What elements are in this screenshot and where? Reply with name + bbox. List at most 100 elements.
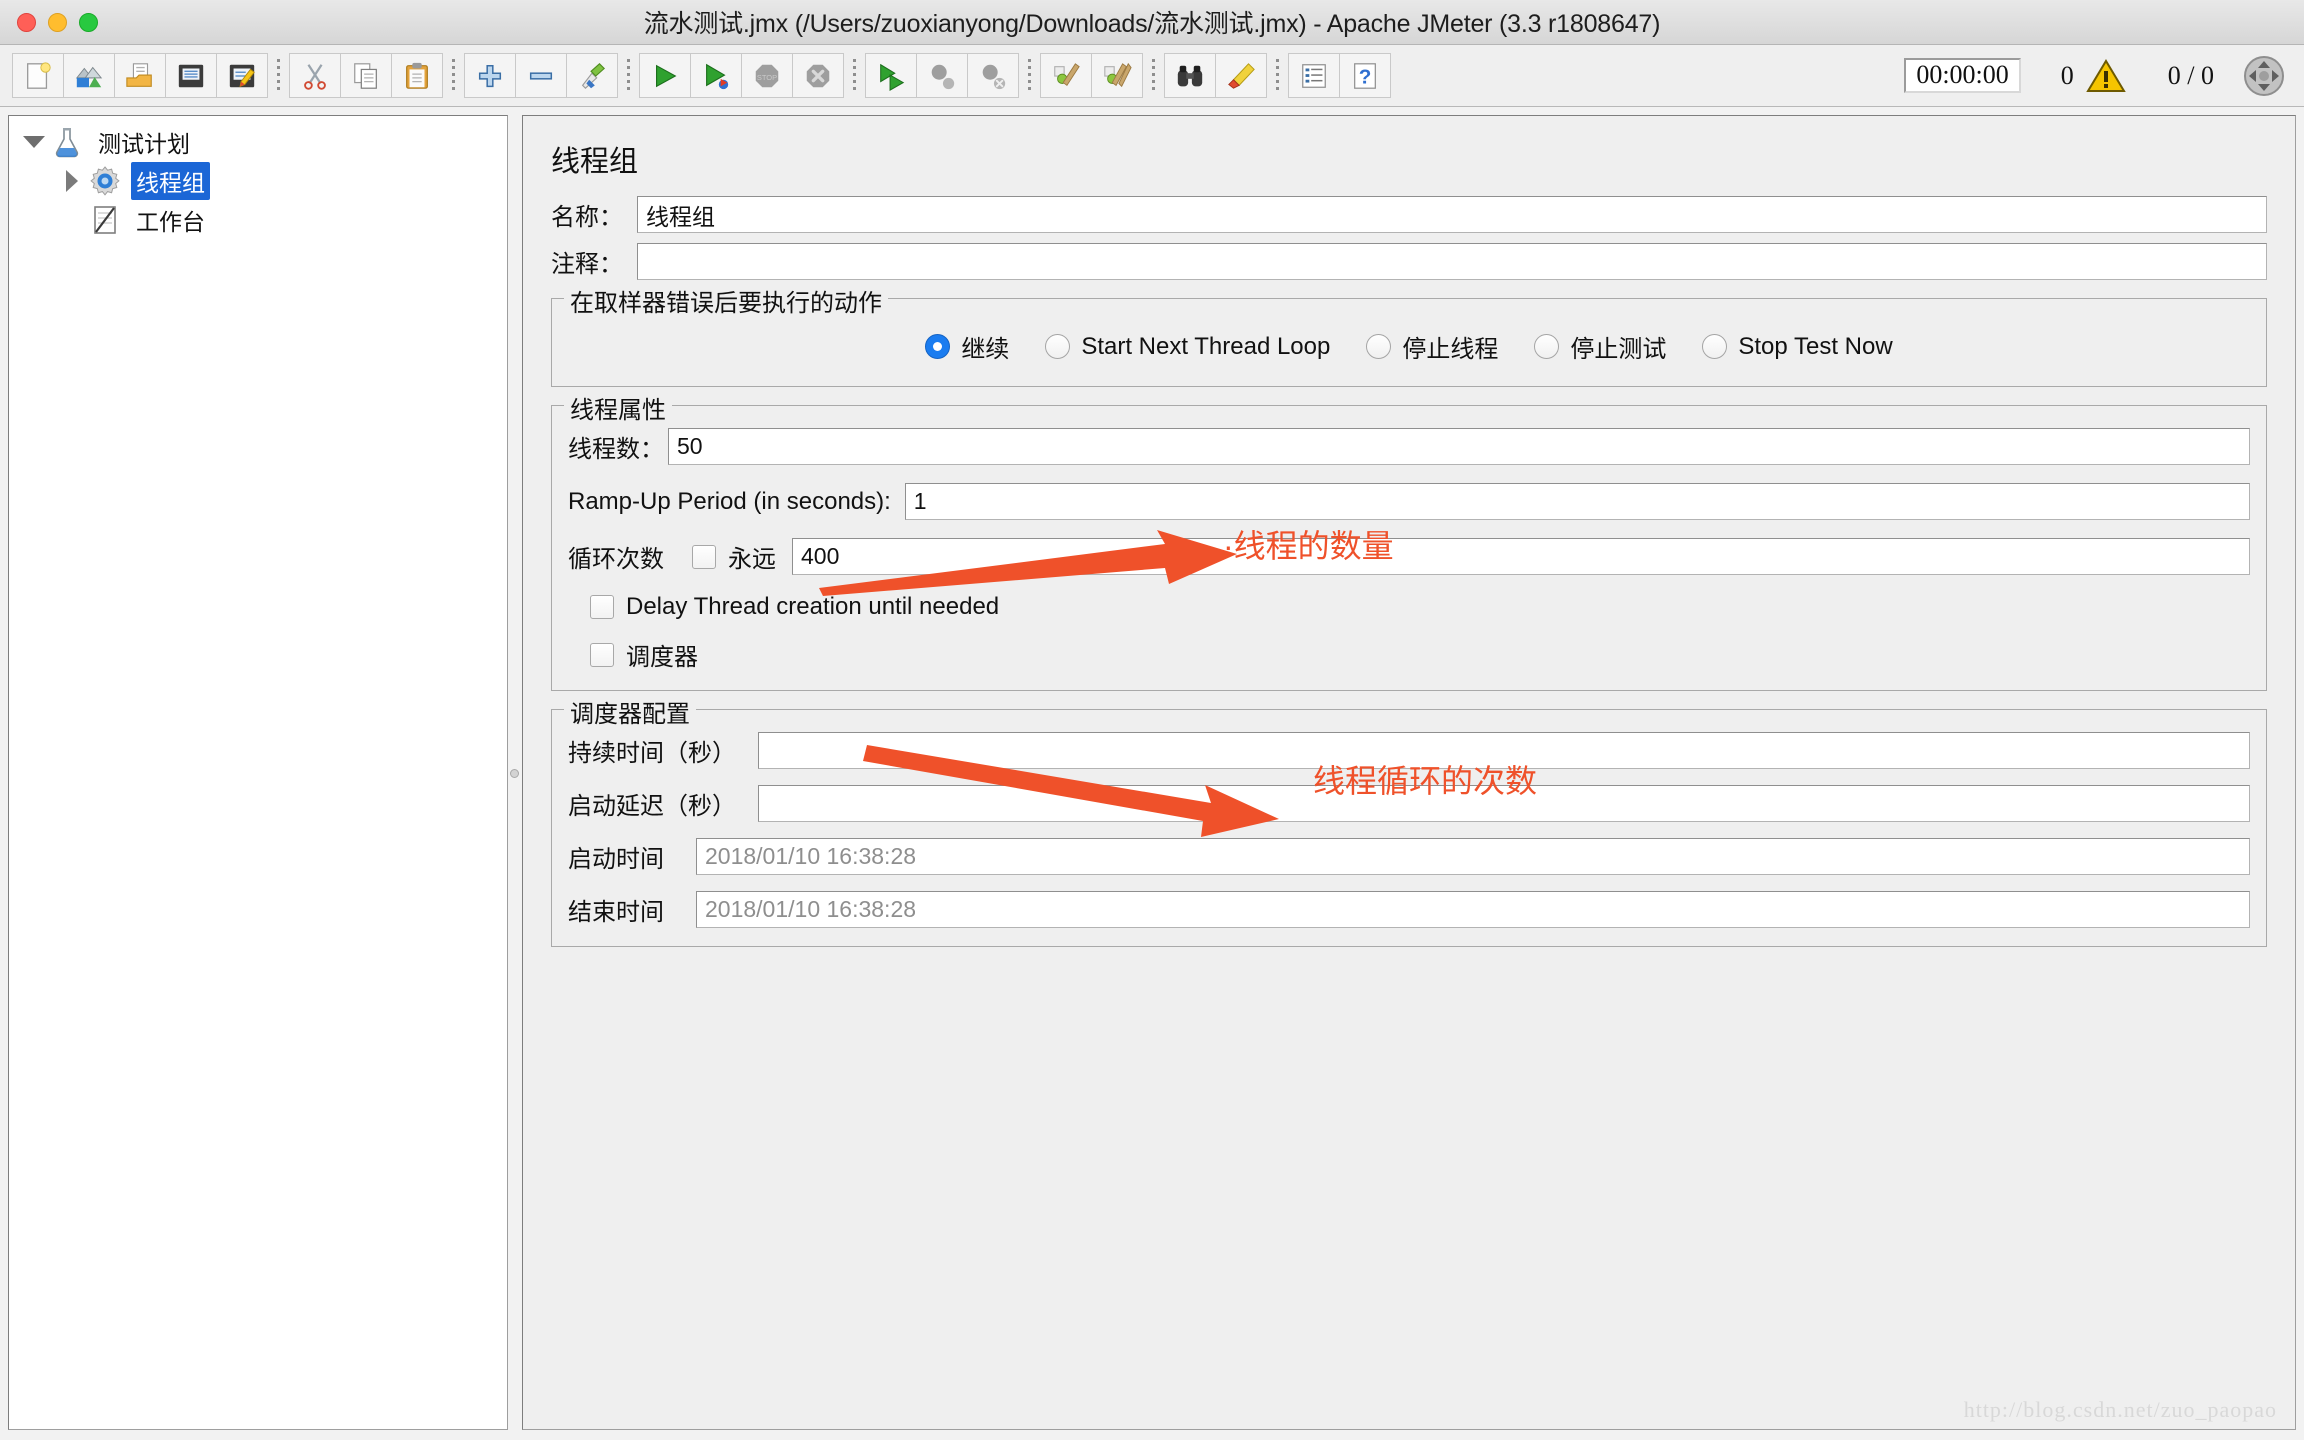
- toggle-button[interactable]: [566, 53, 618, 98]
- toolbar-separator: [1152, 58, 1155, 93]
- toolbar-group-run: STOP: [639, 53, 844, 98]
- scheduler-row[interactable]: 调度器: [590, 637, 2250, 672]
- thread-group-editor: 线程组 名称： 线程组 注释： 在取样器错误后要执行的动作 继续 Start N…: [522, 115, 2296, 1430]
- tree-label-thread-group: 线程组: [131, 161, 210, 200]
- twisty-collapsed[interactable]: [55, 169, 89, 192]
- twisty-expanded[interactable]: [17, 135, 51, 148]
- svg-text:?: ?: [1359, 65, 1372, 88]
- function-helper-button[interactable]: [1288, 53, 1340, 98]
- tree-node-test-plan[interactable]: 测试计划: [9, 122, 507, 161]
- copy-button[interactable]: [340, 53, 392, 98]
- num-threads-row: 线程数： 50: [568, 428, 2250, 465]
- comment-input[interactable]: [637, 243, 2267, 280]
- scheduler-checkbox[interactable]: [590, 642, 614, 667]
- toolbar-group-edit: [289, 53, 443, 98]
- floppy-disk-icon: [178, 64, 204, 87]
- radio-option-continue[interactable]: 继续: [925, 329, 1009, 364]
- radio-label-stop-thread: 停止线程: [1402, 336, 1499, 363]
- delay-thread-creation-row[interactable]: Delay Thread creation until needed: [590, 593, 2250, 621]
- startup-delay-input[interactable]: [758, 785, 2250, 822]
- page-title: 线程组: [551, 146, 639, 178]
- remote-shutdown-all-button[interactable]: [967, 53, 1019, 98]
- ramp-up-input[interactable]: 1: [904, 483, 2250, 520]
- forever-label: 永远: [728, 546, 776, 573]
- toolbar-group-tree: [464, 53, 618, 98]
- help-button[interactable]: ?: [1339, 53, 1391, 98]
- reset-search-button[interactable]: [1215, 53, 1267, 98]
- flask-icon: [55, 127, 79, 157]
- clear-all-button[interactable]: [1091, 53, 1143, 98]
- name-input[interactable]: 线程组: [637, 196, 2267, 233]
- clipboard-icon: [406, 62, 428, 89]
- remote-stop-all-button[interactable]: [916, 53, 968, 98]
- warning-count: 0: [2060, 60, 2074, 90]
- delay-thread-creation-checkbox[interactable]: [590, 595, 614, 619]
- start-button[interactable]: [639, 53, 691, 98]
- start-no-pauses-button[interactable]: [690, 53, 742, 98]
- cut-button[interactable]: [289, 53, 341, 98]
- start-time-input[interactable]: 2018/01/10 16:38:28: [696, 838, 2250, 875]
- stop-button[interactable]: STOP: [741, 53, 793, 98]
- radio-dot-stop-thread[interactable]: [1366, 334, 1392, 359]
- toolbar-group-help: ?: [1288, 53, 1391, 98]
- templates-button[interactable]: [63, 53, 115, 98]
- new-file-button[interactable]: [12, 53, 64, 98]
- end-time-row: 结束时间 2018/01/10 16:38:28: [568, 891, 2250, 928]
- loop-count-input[interactable]: 400: [792, 538, 2250, 575]
- radio-dot-stop-test-now[interactable]: [1702, 334, 1728, 359]
- end-time-input[interactable]: 2018/01/10 16:38:28: [696, 891, 2250, 928]
- panel-splitter[interactable]: [508, 115, 522, 1430]
- num-threads-label: 线程数：: [568, 436, 664, 463]
- radio-label-start-next-thread-loop: Start Next Thread Loop: [1081, 332, 1331, 360]
- start-time-row: 启动时间 2018/01/10 16:38:28: [568, 838, 2250, 875]
- duration-row: 持续时间（秒）: [568, 732, 2250, 769]
- splitter-knob[interactable]: [510, 768, 519, 778]
- startup-delay-row: 启动延迟（秒）: [568, 785, 2250, 822]
- templates-icon: [75, 66, 103, 87]
- radio-option-start-next-thread-loop[interactable]: Start Next Thread Loop: [1045, 333, 1330, 361]
- test-plan-tree[interactable]: 测试计划 线程组 工作台: [8, 115, 508, 1430]
- save-button[interactable]: [165, 53, 217, 98]
- search-button[interactable]: [1164, 53, 1216, 98]
- new-document-icon: [27, 61, 51, 89]
- workbench-icon: [94, 205, 116, 234]
- paste-button[interactable]: [391, 53, 443, 98]
- scissors-icon: [304, 63, 326, 90]
- radio-option-stop-test[interactable]: 停止测试: [1534, 329, 1666, 364]
- four-arrows-icon[interactable]: [2242, 54, 2286, 98]
- remote-start-all-button[interactable]: [865, 53, 917, 98]
- open-folder-icon: [126, 62, 152, 87]
- collapse-all-button[interactable]: [515, 53, 567, 98]
- comment-row: 注释：: [523, 233, 2295, 280]
- toolbar-group-search: [1164, 53, 1267, 98]
- gear-brooms-icon: [1104, 62, 1132, 87]
- radio-option-stop-thread[interactable]: 停止线程: [1366, 329, 1498, 364]
- toolbar-group-file: [12, 53, 268, 98]
- minimize-button[interactable]: [48, 12, 67, 32]
- save-as-button[interactable]: [216, 53, 268, 98]
- radio-dot-continue[interactable]: [925, 334, 951, 359]
- radio-label-continue: 继续: [961, 336, 1010, 363]
- zoom-button[interactable]: [79, 12, 98, 32]
- num-threads-input[interactable]: 50: [668, 428, 2250, 465]
- toolbar-separator: [853, 58, 856, 93]
- radio-dot-stop-test[interactable]: [1534, 334, 1560, 359]
- shutdown-button[interactable]: [792, 53, 844, 98]
- window-controls: [0, 12, 98, 32]
- forever-checkbox[interactable]: [692, 544, 716, 569]
- tree-node-thread-group[interactable]: 线程组: [9, 161, 507, 200]
- question-mark-icon: ?: [1354, 62, 1376, 89]
- radio-dot-start-next-thread-loop[interactable]: [1045, 334, 1071, 359]
- radio-option-stop-test-now[interactable]: Stop Test Now: [1702, 333, 1893, 361]
- toolbar-status: 00:00:00 0 0 / 0: [1904, 54, 2292, 98]
- clear-button[interactable]: [1040, 53, 1092, 98]
- svg-text:STOP: STOP: [757, 72, 777, 81]
- stop-sign-icon: STOP: [755, 64, 779, 87]
- duration-input[interactable]: [758, 732, 2250, 769]
- open-button[interactable]: [114, 53, 166, 98]
- tree-node-workbench[interactable]: 工作台: [9, 200, 507, 239]
- warning-triangle-icon[interactable]: [2085, 58, 2126, 94]
- scheduler-config-legend: 调度器配置: [564, 694, 696, 729]
- close-button[interactable]: [17, 12, 36, 32]
- expand-all-button[interactable]: [464, 53, 516, 98]
